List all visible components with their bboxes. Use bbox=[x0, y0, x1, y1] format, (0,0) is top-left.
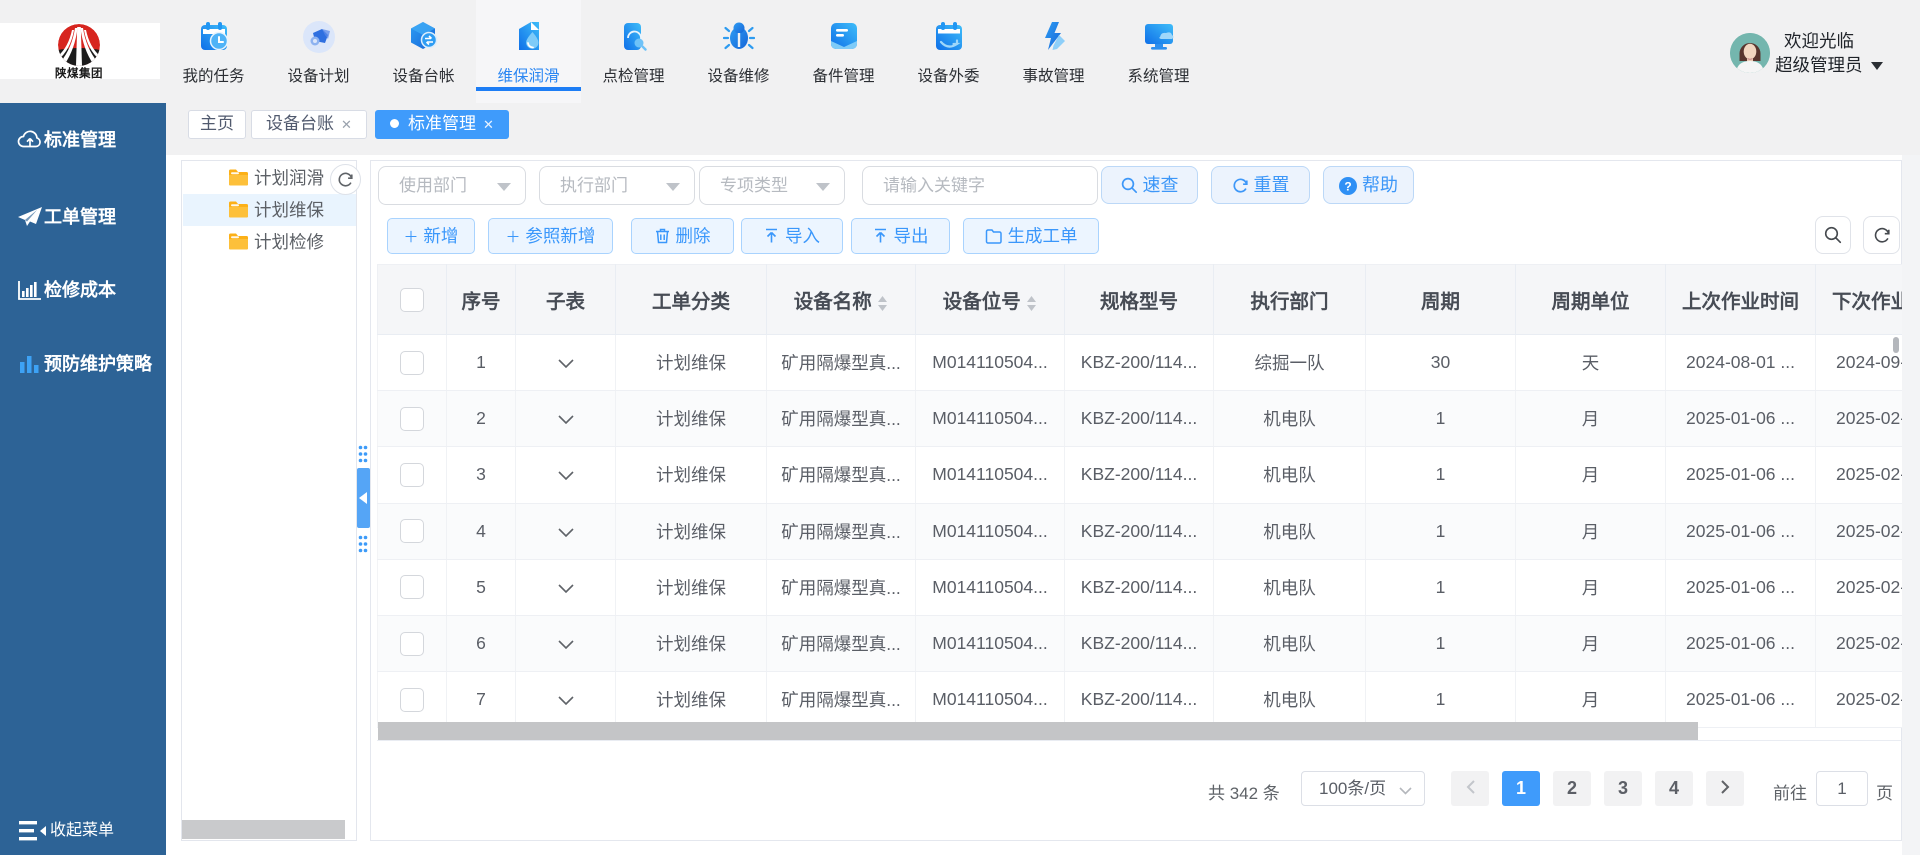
svg-text:?: ? bbox=[1344, 180, 1351, 194]
svg-text:陕煤集团: 陕煤集团 bbox=[55, 66, 103, 79]
